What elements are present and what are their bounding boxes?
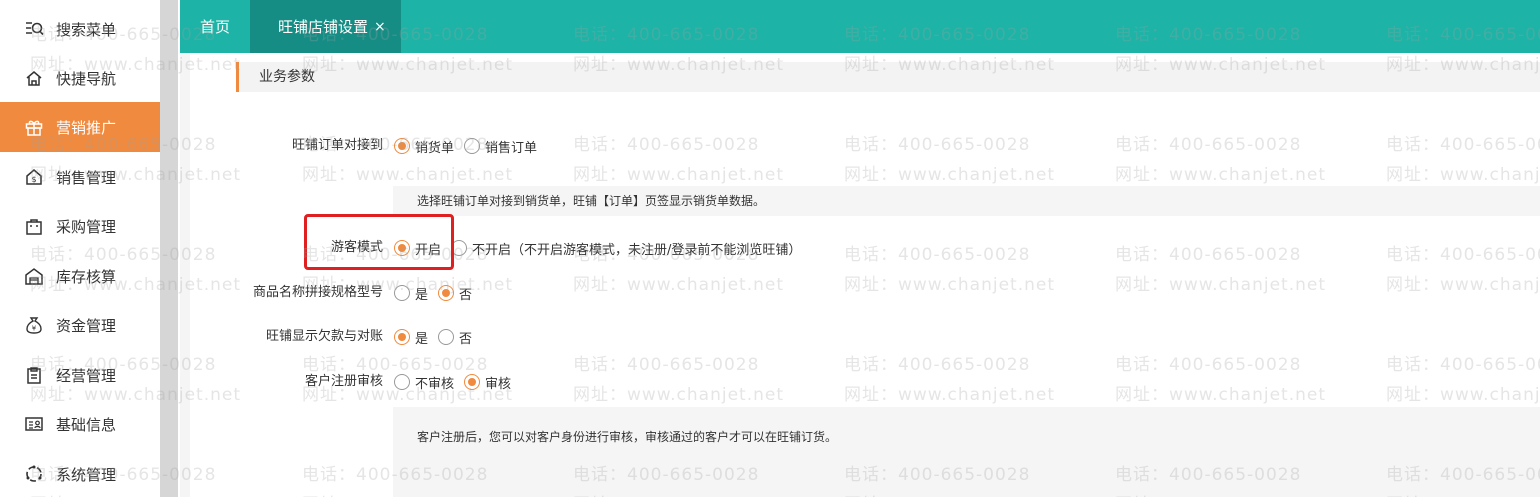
radio-button[interactable] <box>394 374 410 390</box>
guest-mode-option-off[interactable]: 不开启（不开启游客模式，未注册/登录前不能浏览旺铺） <box>451 239 801 258</box>
svg-text:$: $ <box>31 175 36 184</box>
sidebar-item-label: 系统管理 <box>56 465 117 484</box>
radio-button[interactable] <box>438 329 455 345</box>
show-debt-option-no[interactable]: 否 <box>438 328 472 347</box>
register-audit-option-none[interactable]: 不审核 <box>394 373 454 392</box>
tab-shop-settings[interactable]: 旺铺店铺设置 × <box>250 0 401 53</box>
sidebar-item-label: 营销推广 <box>56 118 117 137</box>
sidebar-item-basic-info[interactable]: 基础信息 <box>0 399 160 449</box>
order-link-hint: 选择旺铺订单对接到销货单，旺铺【订单】页签显示销货单数据。 <box>393 186 1540 216</box>
radio-button[interactable] <box>394 329 410 345</box>
sidebar-item-funds[interactable]: ¥ 资金管理 <box>0 300 160 350</box>
radio-button[interactable] <box>464 374 481 390</box>
radio-button[interactable] <box>464 138 481 154</box>
radio-button[interactable] <box>438 285 455 301</box>
sidebar: 搜索菜单 快捷导航 营销推广 $ 销售管理 采购管理 库存核算 ¥ 资金管理 经… <box>0 0 160 497</box>
register-audit-label: 客户注册审核 <box>304 374 383 389</box>
tab-bar: 首页 旺铺店铺设置 × <box>180 0 1540 53</box>
register-audit-option-audit[interactable]: 审核 <box>464 373 511 392</box>
close-icon[interactable]: × <box>374 19 386 35</box>
sidebar-item-label: 库存核算 <box>56 267 117 286</box>
sidebar-item-search-menu[interactable]: 搜索菜单 <box>0 4 160 54</box>
clipboard-icon <box>24 365 44 385</box>
sidebar-scrollbar[interactable] <box>160 0 178 497</box>
order-link-option-sales-order[interactable]: 销售订单 <box>464 137 537 156</box>
bag-icon <box>24 216 44 236</box>
home-icon <box>24 68 44 88</box>
order-link-options: 销货单 销售订单 <box>394 134 547 158</box>
sales-icon: $ <box>24 167 44 187</box>
register-audit-options: 不审核 审核 <box>394 370 521 394</box>
settings-icon <box>24 464 44 484</box>
svg-text:¥: ¥ <box>32 325 37 333</box>
name-spec-options: 是 否 <box>394 281 482 305</box>
gift-icon <box>24 117 44 137</box>
search-menu-icon <box>24 19 44 39</box>
sidebar-item-marketing[interactable]: 营销推广 <box>0 102 160 152</box>
sidebar-item-label: 采购管理 <box>56 217 117 236</box>
tab-label: 旺铺店铺设置 <box>278 18 369 36</box>
show-debt-label: 旺铺显示欠款与对账 <box>265 329 383 344</box>
radio-button[interactable] <box>394 285 410 301</box>
sidebar-item-purchase[interactable]: 采购管理 <box>0 201 160 251</box>
sidebar-item-label: 基础信息 <box>56 415 117 434</box>
show-debt-options: 是 否 <box>394 325 482 349</box>
highlight-box <box>304 214 454 270</box>
tab-home[interactable]: 首页 <box>180 0 250 53</box>
sidebar-item-operations[interactable]: 经营管理 <box>0 350 160 400</box>
sidebar-item-sales[interactable]: $ 销售管理 <box>0 152 160 202</box>
order-link-option-delivery[interactable]: 销货单 <box>394 137 454 156</box>
guest-mode-options: 开启 不开启（不开启游客模式，未注册/登录前不能浏览旺铺） <box>394 236 811 260</box>
money-icon: ¥ <box>24 315 44 335</box>
name-spec-label: 商品名称拼接规格型号 <box>252 285 383 300</box>
order-link-label: 旺铺订单对接到 <box>291 138 383 153</box>
register-audit-hint: 客户注册后，您可以对客户身份进行审核，审核通过的客户才可以在旺铺订货。 <box>393 407 1540 497</box>
id-card-icon <box>24 414 44 434</box>
section-title: 业务参数 <box>236 62 1540 92</box>
sidebar-item-quick-nav[interactable]: 快捷导航 <box>0 53 160 103</box>
sidebar-item-label: 销售管理 <box>56 168 117 187</box>
sidebar-item-label: 快捷导航 <box>56 69 117 88</box>
sidebar-item-inventory[interactable]: 库存核算 <box>0 251 160 301</box>
name-spec-option-yes[interactable]: 是 <box>394 284 428 303</box>
sidebar-item-system[interactable]: 系统管理 <box>0 449 160 497</box>
show-debt-option-yes[interactable]: 是 <box>394 328 428 347</box>
sidebar-item-label: 资金管理 <box>56 316 117 335</box>
radio-button[interactable] <box>394 138 410 154</box>
sidebar-item-label: 搜索菜单 <box>56 20 117 39</box>
warehouse-icon <box>24 266 44 286</box>
name-spec-option-no[interactable]: 否 <box>438 284 472 303</box>
sidebar-item-label: 经营管理 <box>56 366 117 385</box>
